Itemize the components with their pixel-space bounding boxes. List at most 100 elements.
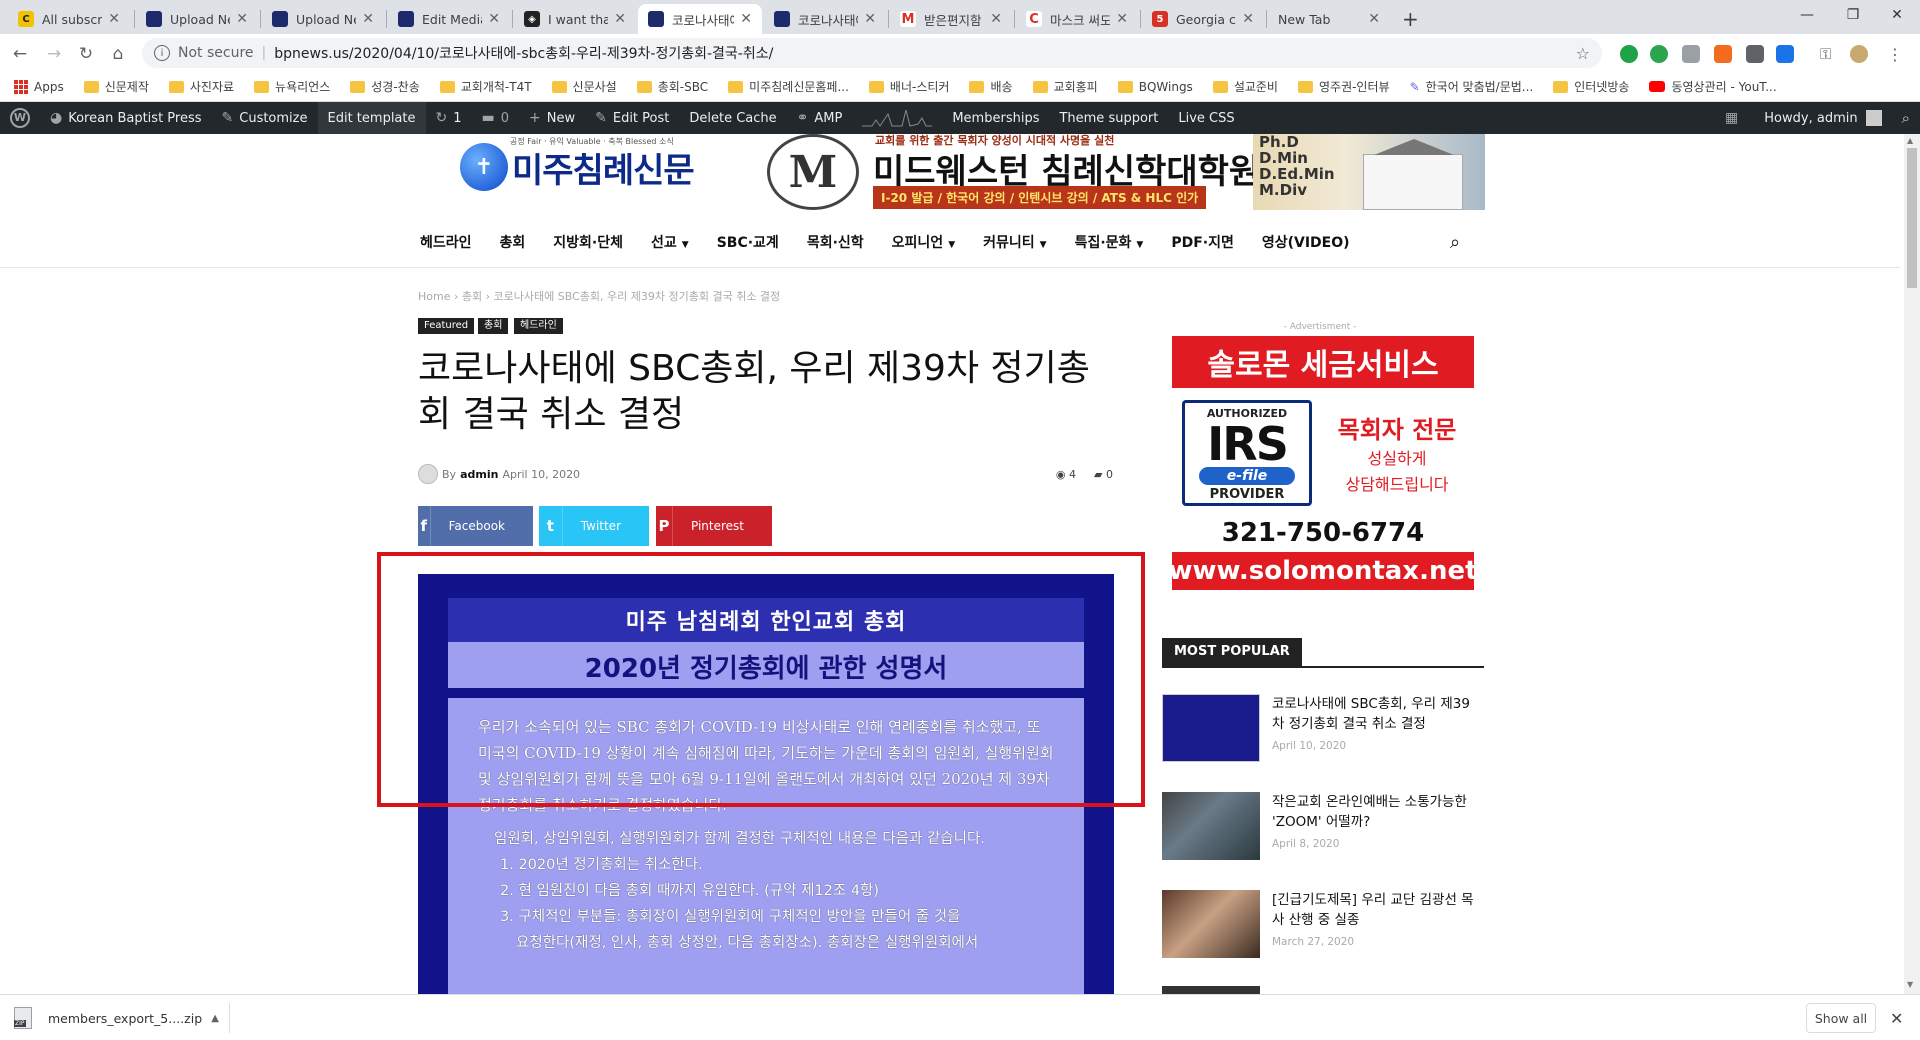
bookmark-folder[interactable]: 뉴욕리언스 — [254, 78, 330, 95]
popular-thumbnail[interactable] — [1162, 890, 1260, 958]
close-tab-icon[interactable]: ✕ — [614, 11, 626, 27]
avatar[interactable] — [1850, 45, 1868, 63]
wp-customize[interactable]: ✎ Customize — [212, 102, 318, 134]
star-icon[interactable]: ☆ — [1576, 44, 1590, 63]
extension-icon[interactable] — [1746, 45, 1764, 63]
bookmark-folder[interactable]: 신문제작 — [83, 78, 149, 95]
category-tag-headline[interactable]: 헤드라인 — [514, 318, 563, 334]
url-text[interactable]: bpnews.us/2020/04/10/코로나사태에-sbc총회-우리-제39… — [274, 43, 773, 63]
forward-button[interactable]: → — [40, 40, 68, 68]
download-item[interactable]: members_export_5....zip ▲ — [14, 1003, 230, 1033]
popular-item[interactable]: 작은교회 온라인예배는 소통가능한 'ZOOM' 어떨까? April 8, 2… — [1162, 792, 1484, 872]
nav-item-community[interactable]: 커뮤니티 ▼ — [983, 232, 1046, 252]
wp-updates[interactable]: ↻ 1 — [426, 102, 472, 134]
nav-item-opinion[interactable]: 오피니언 ▼ — [892, 232, 955, 252]
popular-thumbnail[interactable] — [1162, 792, 1260, 860]
bookmark-link[interactable]: ✎ 한국어 맞춤법/문법... — [1410, 78, 1534, 95]
close-tab-icon[interactable]: ✕ — [362, 11, 374, 27]
close-tab-icon[interactable]: ✕ — [1242, 11, 1254, 27]
popular-item[interactable] — [1162, 986, 1484, 994]
wp-edit-template[interactable]: Edit template — [317, 102, 426, 134]
nav-item-regional[interactable]: 지방회·단체 — [553, 232, 623, 252]
bookmark-folder[interactable]: 인터넷방송 — [1553, 78, 1629, 95]
tab[interactable]: C마스크 써도, 안✕ — [1016, 4, 1138, 34]
close-tab-icon[interactable]: ✕ — [740, 11, 752, 27]
extension-icon[interactable] — [1714, 45, 1732, 63]
search-icon[interactable]: ⌕ — [1450, 232, 1460, 253]
tax-service-ad[interactable]: 솔로몬 세금서비스 AUTHORIZED IRS e-file PROVIDER… — [1168, 336, 1478, 590]
menu-icon[interactable]: ⋮ — [1886, 45, 1904, 64]
popular-item[interactable]: 코로나사태에 SBC총회, 우리 제39차 정기총회 결국 취소 결정 Apri… — [1162, 694, 1484, 774]
scroll-up-icon[interactable]: ▲ — [1907, 136, 1913, 145]
close-tab-icon[interactable]: ✕ — [1116, 11, 1128, 27]
close-window-button[interactable]: ✕ — [1874, 0, 1920, 30]
scroll-down-icon[interactable]: ▼ — [1907, 980, 1913, 989]
close-tab-icon[interactable]: ✕ — [990, 11, 1002, 27]
extension-icon[interactable] — [1776, 45, 1794, 63]
bookmark-folder[interactable]: 교회홍피 — [1032, 78, 1098, 95]
nav-item-headline[interactable]: 헤드라인 — [420, 232, 472, 252]
author-link[interactable]: admin — [460, 468, 498, 481]
bookmark-folder[interactable]: 설교준비 — [1212, 78, 1278, 95]
tab-active[interactable]: 코로나사태에 SE✕ — [638, 4, 762, 34]
share-pinterest-button[interactable]: P Pinterest — [656, 506, 772, 546]
wp-logo-icon[interactable]: W — [0, 102, 40, 134]
tab[interactable]: ◈I want that featu✕ — [514, 4, 636, 34]
popular-thumbnail[interactable] — [1162, 986, 1260, 994]
bookmark-folder[interactable]: 신문사설 — [551, 78, 617, 95]
bookmark-folder[interactable]: 배너-스티커 — [868, 78, 949, 95]
nav-item-features[interactable]: 특집·문화 ▼ — [1075, 232, 1144, 252]
nav-item-ministry[interactable]: 목회·신학 — [807, 232, 864, 252]
nav-item-sbc[interactable]: SBC·교계 — [717, 232, 779, 252]
category-tag-featured[interactable]: Featured — [418, 318, 475, 334]
evernote-icon[interactable] — [1650, 45, 1668, 63]
tab[interactable]: CAll subscribers o✕ — [8, 4, 130, 34]
category-tag-convention[interactable]: 총회 — [478, 318, 509, 334]
bookmark-apps[interactable]: Apps — [14, 79, 64, 94]
wp-delete-cache[interactable]: Delete Cache — [679, 102, 786, 134]
maximize-button[interactable]: ❐ — [1830, 0, 1876, 30]
share-twitter-button[interactable]: t Twitter — [539, 506, 649, 546]
scrollbar-thumb[interactable] — [1907, 148, 1917, 288]
info-icon[interactable]: i — [154, 45, 170, 61]
page-scrollbar[interactable]: ▲ ▼ — [1904, 134, 1920, 994]
camera-icon[interactable] — [1682, 45, 1700, 63]
site-logo[interactable]: 공정 Fair · 유익 Valuable · 축복 Blessed 소식 ✝ … — [460, 137, 710, 196]
tab[interactable]: 코로나사태에 SE✕ — [764, 4, 886, 34]
tab[interactable]: 5Georgia corona✕ — [1142, 4, 1264, 34]
chevron-up-icon[interactable]: ▲ — [211, 1013, 219, 1024]
close-tab-icon[interactable]: ✕ — [864, 11, 876, 27]
new-tab-button[interactable]: + — [1392, 4, 1426, 34]
tab[interactable]: Upload New Me✕ — [262, 4, 384, 34]
show-all-button[interactable]: Show all — [1806, 1003, 1876, 1033]
close-tab-icon[interactable]: ✕ — [236, 11, 248, 27]
bookmark-folder[interactable]: 교회개척-T4T — [439, 78, 532, 95]
wp-comments[interactable]: ▬ 0 — [472, 102, 520, 134]
wp-edit-post[interactable]: ✎ Edit Post — [585, 102, 679, 134]
tab[interactable]: Upload New Me✕ — [136, 4, 258, 34]
wp-notes-icon[interactable]: ▦ — [1715, 102, 1754, 134]
close-tab-icon[interactable]: ✕ — [488, 11, 500, 27]
nav-item-pdf[interactable]: PDF·지면 — [1171, 232, 1234, 252]
comments-count[interactable]: ▰ 0 — [1094, 468, 1113, 481]
extension-icon[interactable] — [1620, 45, 1638, 63]
key-icon[interactable]: ⚿ — [1820, 45, 1838, 63]
nav-item-convention[interactable]: 총회 — [500, 232, 526, 252]
breadcrumb-home[interactable]: Home — [418, 290, 450, 303]
bookmark-folder[interactable]: 미주침례신문홈페... — [728, 78, 849, 95]
home-button[interactable]: ⌂ — [104, 40, 132, 68]
wp-theme-support[interactable]: Theme support — [1049, 102, 1168, 134]
wp-search-icon[interactable]: ⌕ — [1892, 102, 1920, 134]
bookmark-folder[interactable]: 배송 — [969, 78, 1013, 95]
wp-howdy[interactable]: Howdy, admin — [1754, 102, 1891, 134]
tab[interactable]: Edit Media ‹ Kor✕ — [388, 4, 510, 34]
popular-item[interactable]: [긴급기도제목] 우리 교단 김광선 목사 산행 중 실종 March 27, … — [1162, 890, 1484, 970]
bookmark-folder[interactable]: BQWings — [1117, 80, 1193, 94]
bookmark-folder[interactable]: 사진자료 — [168, 78, 234, 95]
breadcrumb-category[interactable]: 총회 — [462, 290, 482, 303]
nav-item-mission[interactable]: 선교 ▼ — [651, 232, 689, 252]
tab[interactable]: New Tab ✕ — [1268, 4, 1390, 34]
tab[interactable]: M받은편지함 (764✕ — [890, 4, 1012, 34]
bookmark-folder[interactable]: 성경-찬송 — [350, 78, 420, 95]
bookmark-link[interactable]: 동영상관리 - YouT... — [1649, 78, 1777, 95]
